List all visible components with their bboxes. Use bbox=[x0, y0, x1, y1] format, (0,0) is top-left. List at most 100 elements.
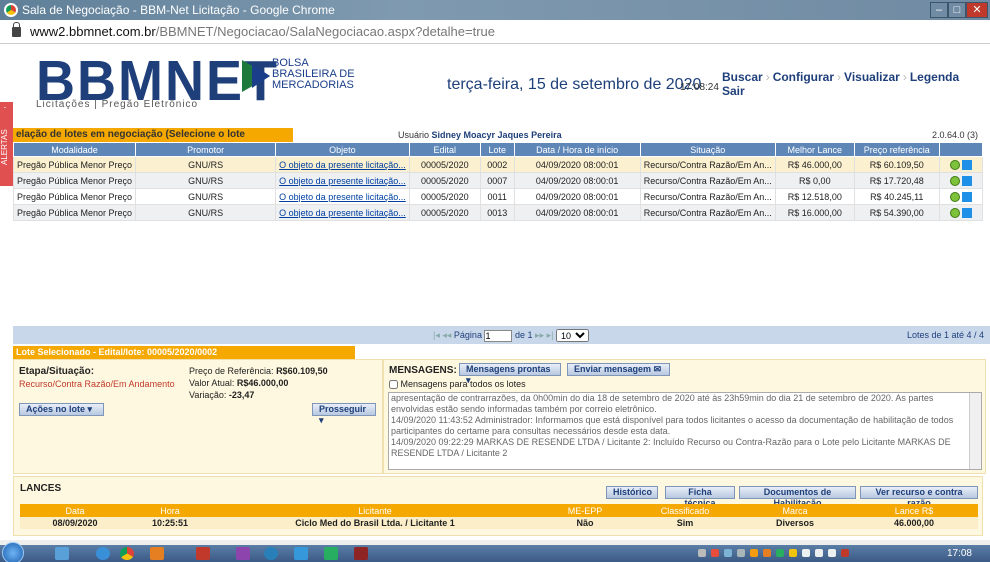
lot-status-cell bbox=[938, 188, 984, 205]
status-ok-icon[interactable] bbox=[949, 207, 960, 218]
lot-row[interactable]: Pregão Pública Menor Preço GNU/RS O objeto… bbox=[12, 172, 984, 189]
lot-detail-icon[interactable] bbox=[961, 159, 972, 170]
col-situacao[interactable]: Situação bbox=[639, 142, 776, 157]
mail-icon: ✉ bbox=[653, 364, 662, 374]
menu-configurar[interactable]: Configurar bbox=[773, 70, 834, 84]
send-message-button[interactable]: Enviar mensagem ✉ bbox=[567, 363, 670, 376]
ready-messages-button[interactable]: Mensagens prontas ▾ bbox=[459, 363, 561, 385]
chrome-taskbar-icon[interactable] bbox=[120, 547, 134, 560]
system-tray bbox=[698, 548, 928, 559]
tray-app-icon[interactable] bbox=[776, 549, 784, 557]
tray-app-icon[interactable] bbox=[724, 549, 732, 557]
lot-situacao-cell: Recurso/Contra Razão/Em An... bbox=[639, 172, 776, 189]
lot-detail-icon[interactable] bbox=[961, 191, 972, 202]
variation-value: -23,47 bbox=[228, 390, 255, 400]
col-lance-valor[interactable]: Lance R$ bbox=[850, 504, 978, 517]
all-lots-checkbox[interactable] bbox=[389, 380, 398, 390]
lot-actions-button[interactable]: Ações no lote ▾ bbox=[19, 403, 104, 416]
lot-detail-icon[interactable] bbox=[961, 207, 972, 218]
col-melhor-lance[interactable]: Melhor Lance bbox=[774, 142, 855, 157]
version-label: 2.0.64.0 (3) bbox=[932, 130, 979, 140]
lot-objeto-link[interactable]: O objeto da presente licitação... bbox=[279, 208, 406, 218]
lot-preco-referencia-cell: R$ 54.390,00 bbox=[853, 204, 940, 221]
col-classificado[interactable]: Classificado bbox=[630, 504, 740, 517]
menu-sair[interactable]: Sair bbox=[722, 84, 745, 98]
messages-log[interactable]: apresentação de contrarrazões, da 0h00mi… bbox=[388, 392, 982, 470]
lance-row[interactable]: 08/09/2020 10:25:51 Ciclo Med do Brasil … bbox=[20, 517, 978, 529]
col-me-epp[interactable]: ME-EPP bbox=[540, 504, 630, 517]
pager-next-last-icon[interactable]: ▸▸ ▸| bbox=[535, 330, 553, 340]
col-data-inicio[interactable]: Data / Hora de início bbox=[513, 142, 641, 157]
explorer-icon[interactable] bbox=[55, 547, 69, 560]
tray-app-icon[interactable] bbox=[737, 549, 745, 557]
maximize-button[interactable]: □ bbox=[948, 2, 966, 18]
col-marca[interactable]: Marca bbox=[740, 504, 850, 517]
lot-edital-cell: 00005/2020 bbox=[408, 204, 481, 221]
lot-number-cell: 0013 bbox=[479, 204, 515, 221]
lot-objeto-link[interactable]: O objeto da presente licitação... bbox=[279, 192, 406, 202]
tray-flag-icon[interactable] bbox=[828, 549, 836, 557]
lot-start-date-cell: 04/09/2020 08:00:01 bbox=[513, 172, 641, 189]
status-ok-icon[interactable] bbox=[949, 175, 960, 186]
tray-app-icon[interactable] bbox=[763, 549, 771, 557]
lot-row[interactable]: Pregão Pública Menor Preço GNU/RS O objeto… bbox=[12, 188, 984, 205]
lot-number-cell: 0002 bbox=[479, 156, 515, 173]
alerts-tab[interactable]: ALERTAS bbox=[0, 108, 13, 186]
tray-keyboard-icon[interactable] bbox=[698, 549, 706, 557]
lot-detail-icon[interactable] bbox=[961, 175, 972, 186]
lot-objeto-link[interactable]: O objeto da presente licitação... bbox=[279, 176, 406, 186]
app-purple-icon[interactable] bbox=[236, 547, 250, 560]
tray-volume-icon[interactable] bbox=[802, 549, 810, 557]
tray-network-icon[interactable] bbox=[815, 549, 823, 557]
media-icon[interactable] bbox=[150, 547, 164, 560]
history-button[interactable]: Histórico bbox=[606, 486, 658, 499]
pager-first-prev-icon[interactable]: |◂ ◂◂ bbox=[433, 330, 451, 340]
tech-sheet-button[interactable]: Ficha técnica bbox=[665, 486, 735, 508]
messages-scrollbar[interactable] bbox=[969, 393, 981, 469]
ie-icon[interactable] bbox=[96, 547, 110, 560]
tray-alert-icon[interactable] bbox=[841, 549, 849, 557]
status-ok-icon[interactable] bbox=[949, 159, 960, 170]
bolsa-line-3: MERCADORIAS bbox=[272, 79, 354, 91]
close-button[interactable]: ✕ bbox=[966, 2, 988, 18]
tray-app-icon[interactable] bbox=[750, 549, 758, 557]
tray-antivirus-icon[interactable] bbox=[711, 549, 719, 557]
tray-app-icon[interactable] bbox=[789, 549, 797, 557]
minimize-button[interactable]: – bbox=[930, 2, 948, 18]
lot-promotor-cell: GNU/RS bbox=[135, 156, 277, 173]
mail-app-icon[interactable] bbox=[294, 547, 308, 560]
windows-start-icon[interactable] bbox=[2, 542, 24, 562]
view-appeal-button[interactable]: Ver recurso e contra razão bbox=[860, 486, 978, 508]
col-lance-data[interactable]: Data bbox=[20, 504, 130, 517]
lot-objeto-link-cell: O objeto da presente licitação... bbox=[275, 188, 410, 205]
app-dark-red-icon[interactable] bbox=[354, 547, 368, 560]
menu-visualizar[interactable]: Visualizar bbox=[844, 70, 900, 84]
col-promotor[interactable]: Promotor bbox=[135, 142, 277, 157]
logo-subtitle: Licitações | Pregão Eletrônico bbox=[36, 99, 199, 110]
lot-row[interactable]: Pregão Pública Menor Preço GNU/RS O objeto… bbox=[12, 156, 984, 173]
all-lots-checkbox-row[interactable]: Mensagens para todos os lotes bbox=[389, 379, 526, 390]
address-bar[interactable]: www2.bbmnet.com.br/BBMNET/Negociacao/Sal… bbox=[0, 20, 990, 44]
qualification-docs-button[interactable]: Documentos de Habilitação bbox=[739, 486, 856, 508]
stage-value: Recurso/Contra Razão/Em Andamento bbox=[19, 379, 175, 389]
col-lote[interactable]: Lote bbox=[479, 142, 515, 157]
lot-objeto-link[interactable]: O objeto da presente licitação... bbox=[279, 160, 406, 170]
page-size-select[interactable]: 10 bbox=[555, 329, 589, 343]
lot-row[interactable]: Pregão Pública Menor Preço GNU/RS O objeto… bbox=[12, 204, 984, 221]
page-input[interactable] bbox=[484, 329, 513, 342]
app-blue-icon[interactable] bbox=[264, 547, 278, 560]
chevron-down-icon: ▾ bbox=[319, 415, 324, 425]
ref-price: Preço de Referência: R$60.109,50 bbox=[189, 366, 328, 376]
col-edital[interactable]: Edital bbox=[408, 142, 481, 157]
col-lance-hora[interactable]: Hora bbox=[130, 504, 210, 517]
col-licitante[interactable]: Licitante bbox=[210, 504, 540, 517]
col-modalidade[interactable]: Modalidade bbox=[12, 142, 137, 157]
proceed-button[interactable]: Prosseguir ▾ bbox=[312, 403, 376, 425]
menu-legenda[interactable]: Legenda bbox=[910, 70, 959, 84]
col-objeto[interactable]: Objeto bbox=[275, 142, 410, 157]
app-green-icon[interactable] bbox=[324, 547, 338, 560]
status-ok-icon[interactable] bbox=[949, 191, 960, 202]
menu-buscar[interactable]: Buscar bbox=[722, 70, 763, 84]
app-red-icon[interactable] bbox=[196, 547, 210, 560]
col-preco-referencia[interactable]: Preço referência bbox=[853, 142, 940, 157]
